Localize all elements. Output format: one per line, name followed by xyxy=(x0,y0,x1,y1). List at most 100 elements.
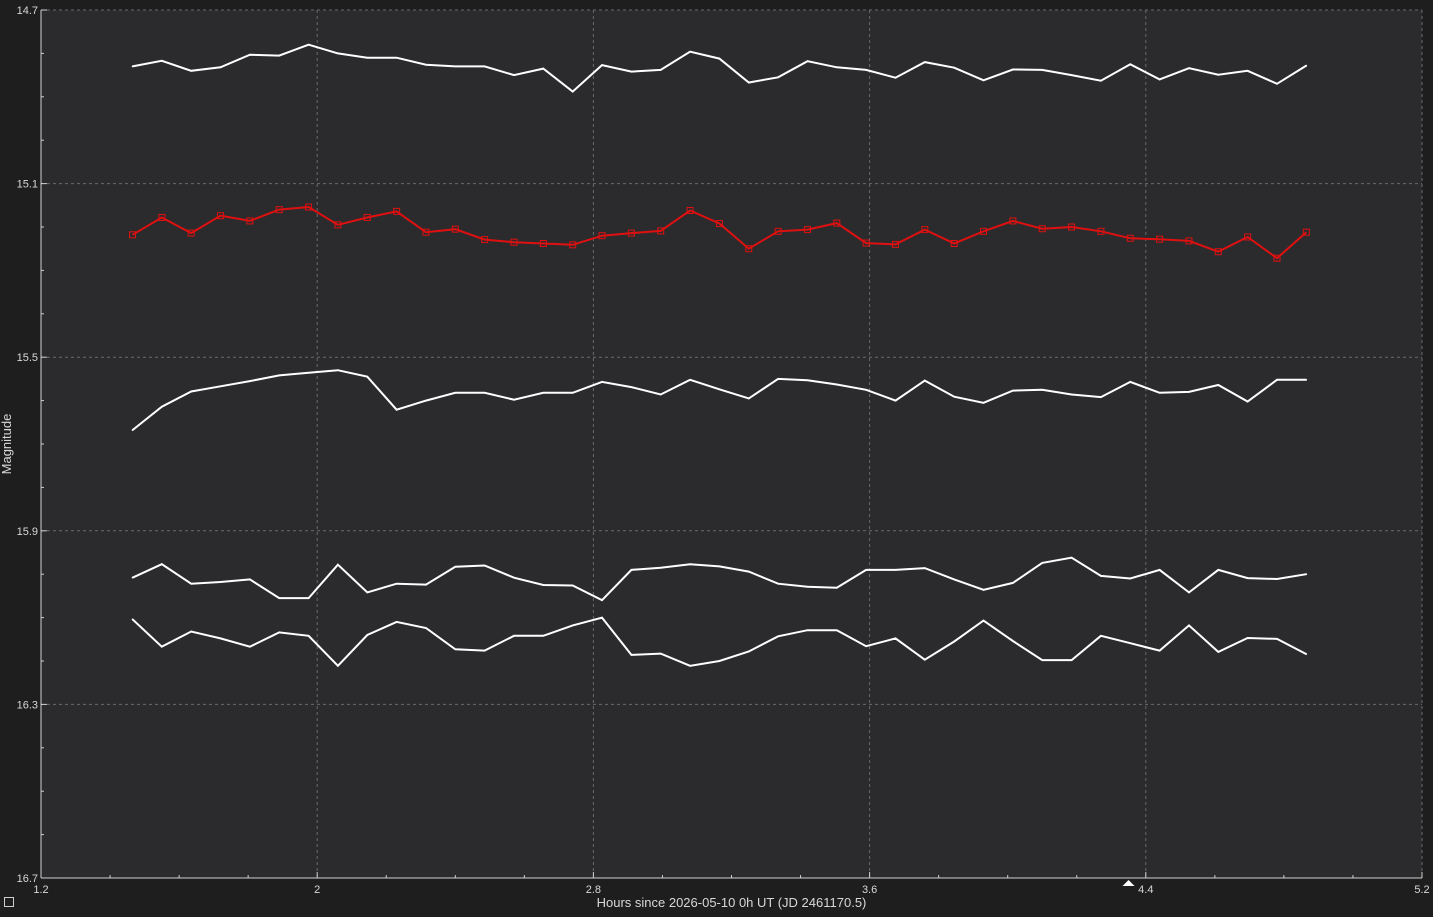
y-tick-label: 15.1 xyxy=(17,179,38,191)
comparison-data-point xyxy=(836,586,838,589)
comparison-data-point xyxy=(1217,384,1220,386)
plot-area xyxy=(41,10,1422,878)
comparison-data-point xyxy=(1012,640,1014,642)
comparison-data-point xyxy=(894,637,897,640)
comparison-data-point xyxy=(1217,569,1220,571)
comparison-data-point xyxy=(718,388,721,391)
comparison-data-point xyxy=(1070,659,1073,661)
comparison-data-point xyxy=(1041,562,1044,564)
comparison-data-point xyxy=(1100,635,1102,637)
comparison-data-point xyxy=(1070,556,1073,559)
comparison-data-point xyxy=(894,569,897,571)
y-tick-label: 15.5 xyxy=(17,352,38,364)
comparison-data-point xyxy=(982,619,985,622)
comparison-data-point xyxy=(1246,637,1249,639)
comparison-data-point xyxy=(1276,638,1278,640)
y-tick-label: 15.9 xyxy=(17,526,38,538)
x-tick-label: 2 xyxy=(314,884,320,896)
comparison-data-point xyxy=(1012,582,1014,584)
comparison-data-point xyxy=(747,570,750,573)
comparison-data-point xyxy=(836,629,838,631)
comparison-data-point xyxy=(747,81,750,84)
comparison-data-point xyxy=(659,652,662,655)
comparison-data-point xyxy=(249,578,251,581)
comparison-data-point xyxy=(425,399,427,402)
comparison-data-point xyxy=(865,645,867,648)
comparison-data-point xyxy=(630,569,633,571)
time-marker-icon[interactable] xyxy=(1122,880,1135,886)
comparison-data-point xyxy=(307,43,310,46)
comparison-data-point xyxy=(513,576,515,579)
comparison-data-point xyxy=(307,597,310,599)
comparison-data-point xyxy=(1305,573,1308,575)
comparison-data-point xyxy=(395,56,398,59)
comparison-data-point xyxy=(865,569,867,571)
comparison-data-point xyxy=(924,379,926,382)
comparison-data-point xyxy=(659,566,662,569)
comparison-data-point xyxy=(542,635,545,637)
y-tick-label: 16.7 xyxy=(17,873,38,885)
comparison-data-point xyxy=(278,631,281,634)
comparison-data-point xyxy=(659,393,662,396)
comparison-data-point xyxy=(689,50,691,53)
comparison-data-point xyxy=(425,583,427,586)
comparison-data-point xyxy=(982,589,985,591)
comparison-data-point xyxy=(161,645,163,648)
comparison-data-point xyxy=(982,79,985,82)
comparison-data-point xyxy=(1100,396,1102,398)
y-axis-label: Magnitude xyxy=(0,414,14,475)
comparison-data-point xyxy=(1276,82,1278,85)
comparison-data-point xyxy=(571,391,574,394)
comparison-data-point xyxy=(894,76,897,79)
comparison-data-point xyxy=(806,629,809,631)
comparison-data-point xyxy=(953,395,955,398)
comparison-data-point xyxy=(1012,389,1014,392)
comparison-data-point xyxy=(483,649,486,652)
y-tick-label: 16.3 xyxy=(17,699,38,711)
comparison-data-point xyxy=(865,388,867,391)
comparison-data-point xyxy=(249,53,251,56)
comparison-data-point xyxy=(249,380,251,382)
comparison-data-point xyxy=(219,637,222,640)
comparison-data-point xyxy=(689,563,691,566)
comparison-data-point xyxy=(1129,63,1132,66)
comparison-data-point xyxy=(1305,653,1308,655)
comparison-data-point xyxy=(131,576,134,579)
comparison-data-point xyxy=(718,565,721,568)
comparison-data-point xyxy=(777,635,779,638)
comparison-data-point xyxy=(1129,381,1132,383)
comparison-data-point xyxy=(307,635,310,637)
comparison-data-point xyxy=(806,585,809,588)
comparison-data-point xyxy=(425,63,427,66)
x-tick-label: 1.2 xyxy=(33,884,48,896)
comparison-data-point xyxy=(395,621,398,623)
comparison-data-point xyxy=(1305,64,1308,67)
corner-checkbox[interactable] xyxy=(4,897,14,907)
x-tick-label: 4.4 xyxy=(1138,884,1153,896)
comparison-data-point xyxy=(659,69,662,71)
comparison-data-point xyxy=(1158,569,1161,571)
comparison-data-point xyxy=(483,564,486,567)
comparison-data-point xyxy=(249,645,251,648)
comparison-data-point xyxy=(747,650,750,653)
comparison-data-point xyxy=(924,658,926,661)
comparison-data-point xyxy=(777,582,779,585)
comparison-data-point xyxy=(747,397,750,400)
comparison-data-point xyxy=(1041,388,1044,391)
comparison-data-point xyxy=(1100,575,1102,577)
comparison-data-point xyxy=(219,385,222,388)
comparison-data-point xyxy=(454,648,457,651)
comparison-data-point xyxy=(131,429,134,431)
comparison-data-point xyxy=(1246,577,1249,579)
comparison-data-point xyxy=(953,578,955,581)
comparison-data-point xyxy=(337,563,339,566)
chart-canvas: 1.2 2 2.8 3.6 4.4 5.214.715.115.515.916.316.7… xyxy=(0,5,1430,910)
comparison-data-point xyxy=(571,90,574,93)
comparison-data-point xyxy=(454,391,457,394)
comparison-data-point xyxy=(1276,378,1278,381)
x-tick-label: 5.2 xyxy=(1414,884,1429,896)
comparison-data-point xyxy=(513,74,515,76)
comparison-data-point xyxy=(630,654,633,656)
comparison-data-point xyxy=(542,584,545,586)
comparison-data-point xyxy=(1217,73,1220,76)
